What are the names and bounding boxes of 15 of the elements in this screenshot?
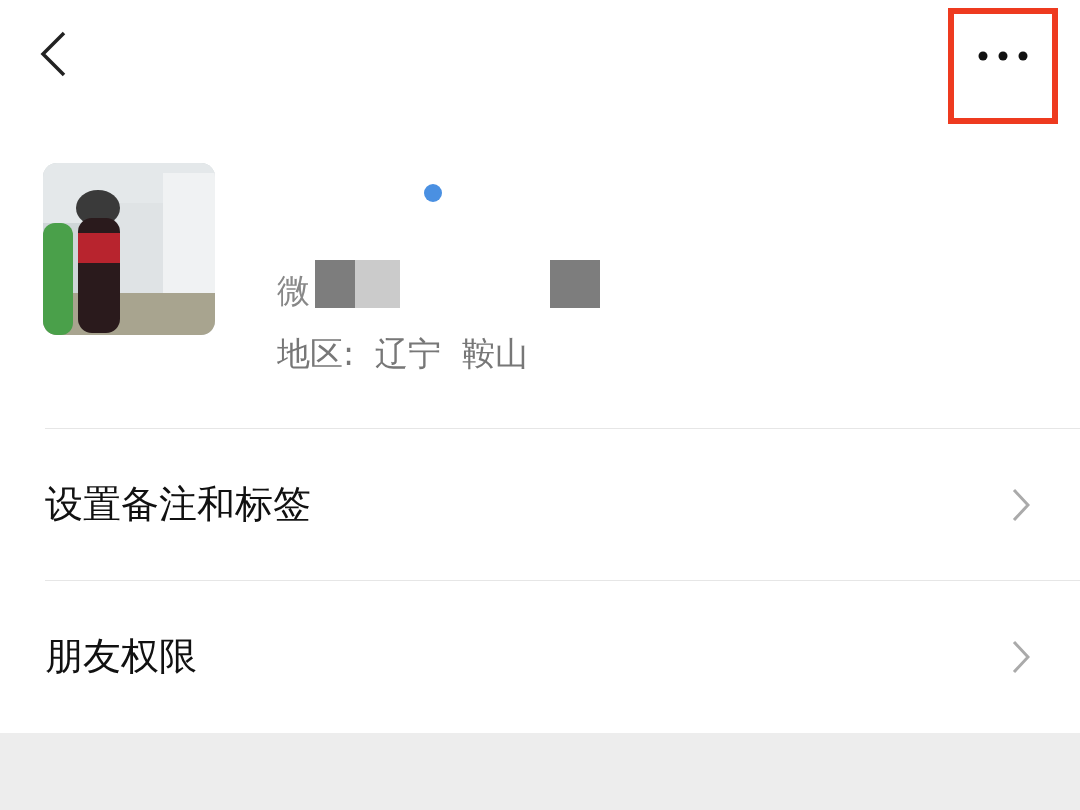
- region-text: 地区: 辽宁 鞍山: [277, 333, 529, 375]
- menu-row[interactable]: 设置备注和标签: [0, 429, 1080, 580]
- more-icon: [978, 51, 1028, 61]
- chevron-icon: [1012, 487, 1030, 522]
- status-dot: [424, 184, 442, 202]
- back-button[interactable]: [38, 30, 68, 78]
- redaction-block: [355, 260, 400, 308]
- menu-row[interactable]: 朋友权限: [0, 581, 1080, 732]
- redaction-block: [550, 260, 600, 308]
- redaction-block: [315, 260, 355, 308]
- back-icon: [38, 30, 68, 78]
- wechat-id-label: 微: [277, 273, 310, 307]
- menu-label: 朋友权限: [45, 633, 197, 680]
- chevron-icon: [1012, 639, 1030, 674]
- menu-label: 设置备注和标签: [45, 481, 311, 528]
